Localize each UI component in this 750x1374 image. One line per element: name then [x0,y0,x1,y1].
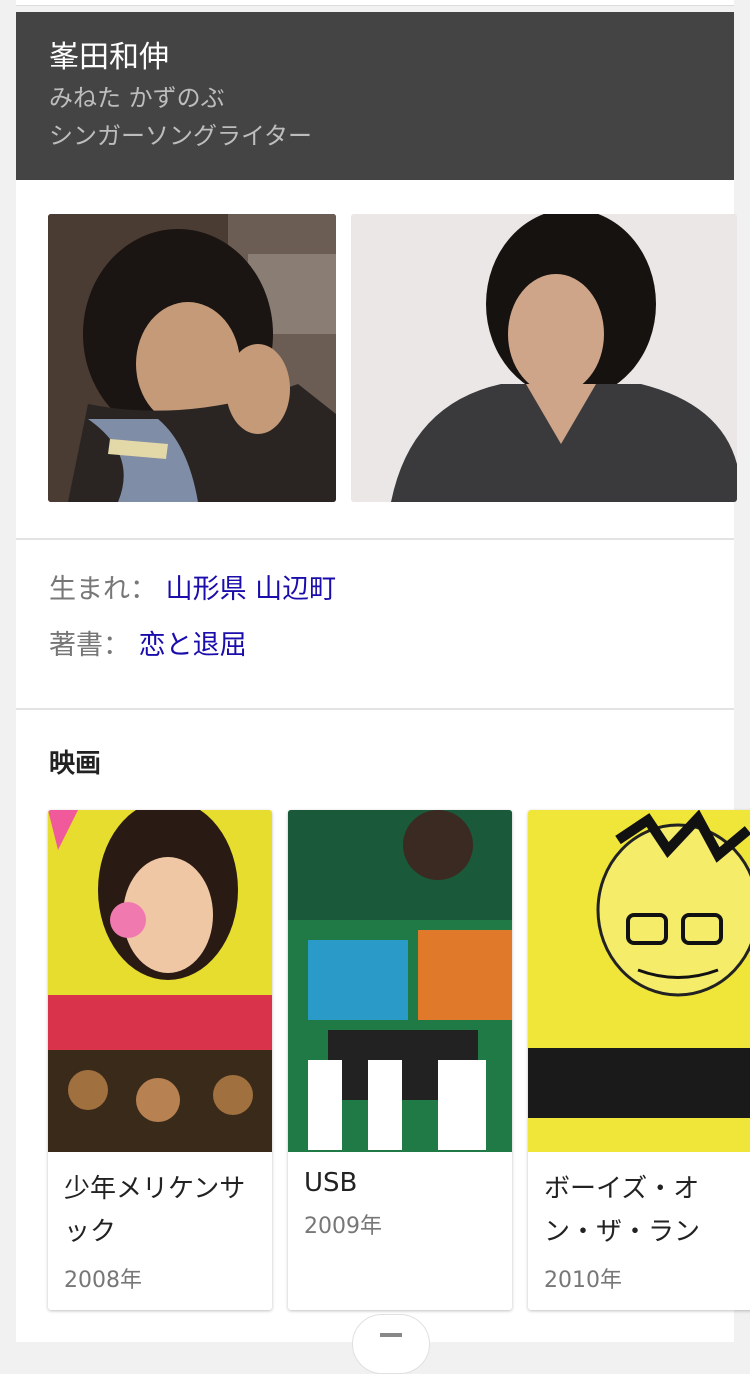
fact-book: 著書： 恋と退屈 [49,628,247,664]
movie-year: 2008年 [64,1268,142,1293]
movie-poster [528,810,750,1152]
movie-year: 2010年 [544,1268,622,1293]
book-link[interactable]: 恋と退屈 [139,630,247,661]
movie-year: 2009年 [304,1214,382,1239]
entity-name: 峯田和伸 [49,40,169,75]
section-divider [16,708,734,710]
movie-card[interactable]: 少年メリケンサック 2008年 [48,810,272,1310]
knowledge-panel: 峯田和伸 みねた かずのぶ シンガーソングライター 生まれ： 山形県 山辺町 著… [16,12,750,1374]
movie-title: USB [304,1168,358,1198]
movie-title: ボーイズ・オン・ザ・ラン [544,1174,701,1247]
section-divider [16,538,734,540]
movie-poster [48,810,272,1152]
fact-label: 著書： [49,630,130,661]
fact-birthplace: 生まれ： 山形県 山辺町 [49,572,336,608]
movies-section-title: 映画 [49,749,102,779]
person-photo-1[interactable] [48,214,336,502]
birthplace-link[interactable]: 山形県 山辺町 [166,574,337,605]
person-photo-2[interactable] [351,214,737,502]
image-carousel [48,214,737,502]
movie-poster [288,810,512,1152]
entity-reading: みねた かずのぶ [49,84,225,112]
entity-occupation: シンガーソングライター [49,122,313,150]
movie-title: 少年メリケンサック [64,1174,246,1247]
movie-card[interactable]: USB 2009年 [288,810,512,1310]
previous-card-edge [16,0,734,6]
panel-header: 峯田和伸 みねた かずのぶ シンガーソングライター [16,12,734,180]
expand-button[interactable] [352,1314,430,1374]
fact-label: 生まれ： [49,574,157,605]
movie-card[interactable]: ボーイズ・オン・ザ・ラン 2010年 [528,810,750,1310]
